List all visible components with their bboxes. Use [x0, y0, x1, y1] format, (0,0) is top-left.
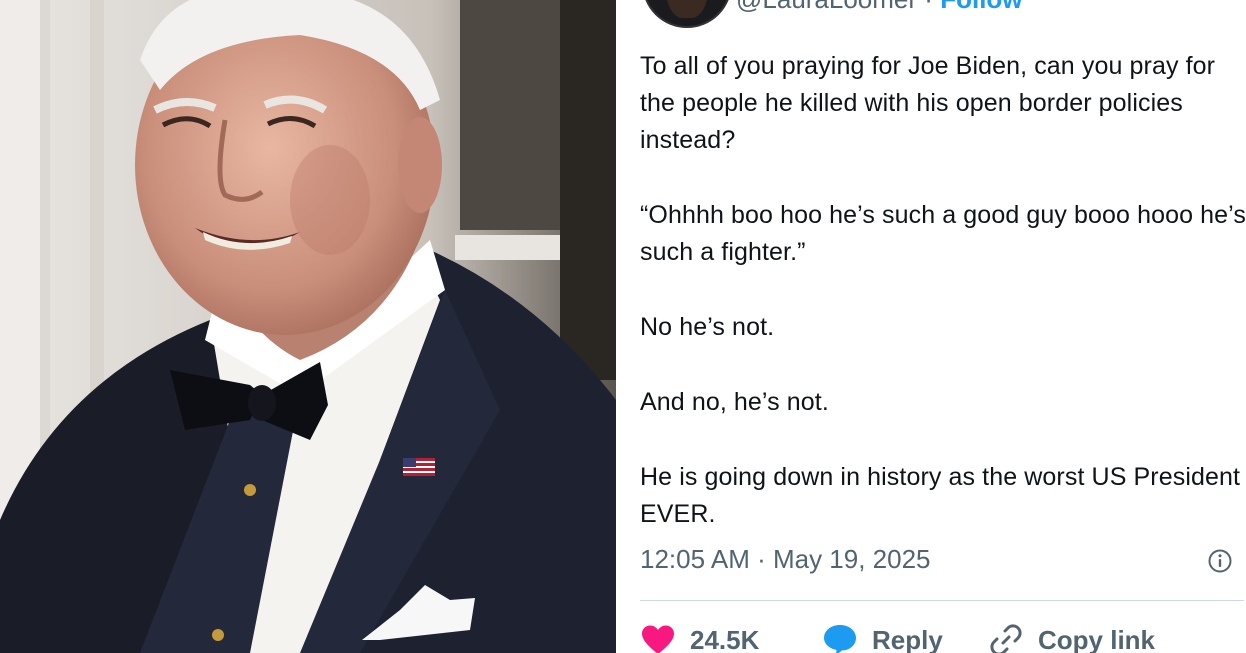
author-handle[interactable]: @LauraLoomer [736, 0, 917, 14]
like-button[interactable]: 24.5K [640, 618, 759, 653]
reply-button[interactable]: Reply [822, 618, 943, 653]
like-count: 24.5K [690, 624, 760, 653]
tweet-paragraph: To all of you praying for Joe Biden, can… [640, 52, 1216, 154]
speech-bubble-icon [824, 625, 856, 653]
separator-dot: · [924, 0, 933, 14]
portrait-illustration [0, 0, 616, 653]
follow-button[interactable]: Follow [940, 0, 1022, 14]
panel-divider [616, 0, 630, 653]
link-icon [990, 624, 1022, 653]
author-row: @LauraLoomer · Follow [736, 0, 1023, 14]
tweet-timestamp[interactable]: 12:05 AM · May 19, 2025 [640, 544, 931, 575]
tweet-paragraph: He is going down in history as the worst… [640, 463, 1241, 528]
avatar-figure [666, 0, 708, 18]
copy-link-button[interactable]: Copy link [988, 618, 1155, 653]
info-circle-icon[interactable] [1208, 549, 1232, 573]
reply-label: Reply [872, 624, 943, 653]
divider-line [640, 600, 1244, 601]
tweet-paragraph: No he’s not. [640, 313, 775, 341]
heart-icon [642, 625, 674, 653]
tweet-paragraph: “Ohhhh boo hoo he’s such a good guy booo… [640, 201, 1246, 266]
tweet-paragraph: And no, he’s not. [640, 388, 829, 416]
news-photo [0, 0, 616, 653]
copy-link-label: Copy link [1038, 624, 1156, 653]
tweet-card: @LauraLoomer · Follow To all of you pray… [630, 0, 1246, 653]
tweet-body: To all of you praying for Joe Biden, can… [640, 48, 1246, 571]
tweet-actions: 24.5K Reply Copy link [640, 618, 1246, 653]
author-avatar[interactable] [642, 0, 732, 28]
